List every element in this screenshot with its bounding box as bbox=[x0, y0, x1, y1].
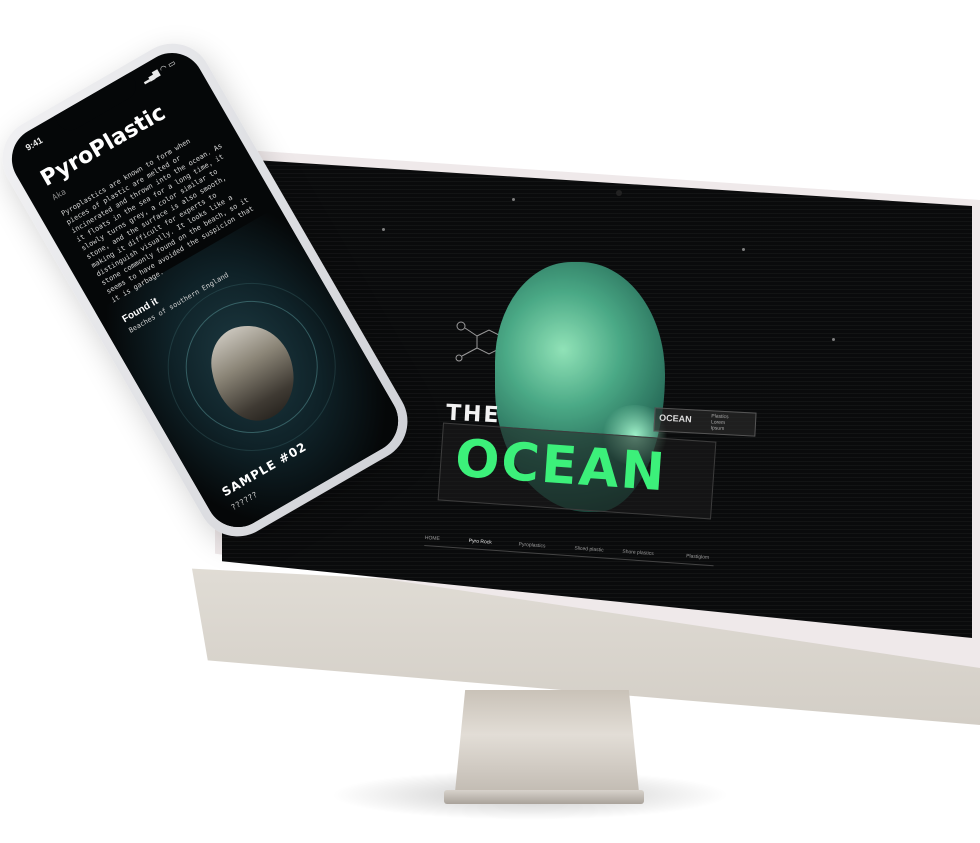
status-icons: ▂▄▆ ◠ ▭ bbox=[141, 58, 178, 84]
info-card-details: Plastics Lorem Ipsum bbox=[711, 413, 729, 432]
nav-item-pyro-rock[interactable]: Pyro Rock bbox=[468, 538, 491, 546]
star-decoration bbox=[512, 198, 515, 201]
nav-item-shore-plastics[interactable]: Shore plastics bbox=[622, 549, 654, 557]
nav-item-home[interactable]: HOME bbox=[425, 535, 440, 542]
nav-item-pyroplastics[interactable]: Pyroplastics bbox=[518, 542, 545, 550]
camera-icon bbox=[616, 190, 622, 196]
battery-icon: ▭ bbox=[166, 58, 178, 70]
nav-item-sliced-plastic[interactable]: Sliced plastic bbox=[574, 545, 604, 553]
imac-stand-base bbox=[444, 790, 644, 804]
imac-stand bbox=[454, 690, 640, 802]
info-card-title: OCEAN bbox=[658, 412, 692, 425]
info-card-line: Ipsum bbox=[710, 425, 725, 433]
nav-item-plastiglom[interactable]: Plastiglom bbox=[686, 553, 709, 561]
device-mockup-stage: THE OCEAN OCEAN Plastics Lorem Ipsum HOM… bbox=[0, 0, 980, 843]
signal-icon: ▂▄▆ bbox=[140, 67, 161, 85]
star-decoration bbox=[382, 228, 385, 231]
star-decoration bbox=[832, 338, 835, 341]
star-decoration bbox=[742, 248, 745, 251]
status-time: 9:41 bbox=[23, 135, 45, 153]
